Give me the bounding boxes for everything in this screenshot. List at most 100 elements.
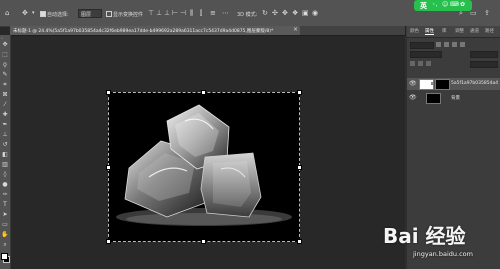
transform-handle-left[interactable] [106, 165, 111, 170]
type-tool-icon[interactable]: T [1, 201, 9, 209]
lock-position-icon[interactable] [426, 61, 431, 66]
tab-paths[interactable]: 路径 [485, 28, 494, 34]
document-canvas[interactable] [108, 92, 300, 242]
eraser-tool-icon[interactable]: ◧ [1, 151, 9, 159]
filter-adjust-icon[interactable] [444, 42, 449, 47]
healing-brush-tool-icon[interactable]: ✚ [1, 111, 9, 119]
move-tool-icon[interactable]: ✥ [22, 10, 28, 17]
blend-mode-dropdown[interactable] [410, 51, 442, 58]
baidu-jingyan-watermark: Bai 经验 jingyan.baidu.com [383, 214, 498, 264]
tab-libraries[interactable]: 库 [442, 28, 447, 34]
input-method-badge[interactable]: 英 ◦, ☺ ⌨ ✿ [414, 0, 472, 11]
3d-pan-icon[interactable]: ✥ [282, 10, 288, 17]
transform-handle-top-right[interactable] [297, 90, 302, 95]
crop-tool-icon[interactable]: ⌗ [1, 81, 9, 89]
blur-tool-icon[interactable]: ◊ [1, 171, 9, 179]
distribute-v-icon[interactable]: ≡ [210, 10, 216, 17]
visibility-eye-icon[interactable]: 👁 [409, 94, 417, 101]
auto-select-value: 图层 [81, 12, 92, 18]
auto-select-checkbox[interactable] [40, 11, 46, 17]
brush-tool-icon[interactable]: ✒ [1, 121, 9, 129]
align-top-icon[interactable]: ⊤ [148, 10, 154, 17]
foreground-color-swatch[interactable] [1, 253, 8, 260]
auto-select-dropdown[interactable]: 图层 [78, 9, 102, 18]
gradient-tool-icon[interactable]: ▥ [1, 161, 9, 169]
document-tab-title: 未标题-1 @ 24.4%(5a5f1a97b035854a4c32f6eb98… [13, 28, 274, 34]
chevron-down-icon[interactable]: ▾ [32, 10, 35, 17]
align-center-icon[interactable]: ⊣ [180, 10, 186, 17]
history-brush-tool-icon[interactable]: ↺ [1, 141, 9, 149]
3d-scale-icon[interactable]: ▣ [302, 10, 309, 17]
ice-cubes-image [109, 93, 299, 241]
watermark-logo: Bai 经验 [383, 224, 466, 248]
distribute-icon[interactable]: ⫼ [190, 10, 193, 17]
layer-thumbnail [426, 93, 441, 104]
opacity-field[interactable] [470, 51, 498, 58]
punctuation-icon[interactable]: ◦, [432, 1, 437, 8]
tab-adjustments[interactable]: 调整 [455, 28, 464, 34]
marquee-tool-icon[interactable]: ⬚ [1, 51, 9, 59]
filter-type-icon[interactable] [452, 42, 457, 47]
filter-shape-icon[interactable] [460, 42, 465, 47]
tools-panel: » ✥ ⬚ ϙ ✎ ⌗ ⊠ ⁄ ✚ ✒ ⊥ ↺ ◧ ▥ ◊ ● ✑ T ➤ ▭ … [0, 35, 11, 269]
3d-roll-icon[interactable]: ✣ [272, 10, 278, 17]
layer-row-ice[interactable]: 👁 5a5f1a97b035854a4 [407, 78, 500, 90]
share-icon[interactable]: ⇪ [484, 10, 490, 17]
transform-handle-right[interactable] [297, 165, 302, 170]
keyboard-icon[interactable]: ⌨ [450, 1, 459, 8]
hand-tool-icon[interactable]: ✋ [1, 231, 9, 239]
lock-pixels-icon[interactable] [418, 61, 423, 66]
auto-select-label: 自动选择: [47, 12, 69, 18]
align-middle-icon[interactable]: ⊥ [156, 10, 162, 17]
layer-filter-dropdown[interactable] [410, 42, 434, 49]
transform-handle-top-left[interactable] [106, 90, 111, 95]
settings-icon[interactable]: ✿ [460, 1, 465, 8]
layer-name: 5a5f1a97b035854a4 [451, 81, 499, 86]
eyedropper-tool-icon[interactable]: ⁄ [1, 101, 9, 109]
transform-handle-bottom-right[interactable] [297, 239, 302, 244]
3d-camera-icon[interactable]: ◉ [312, 10, 318, 17]
pen-tool-icon[interactable]: ✑ [1, 191, 9, 199]
dodge-tool-icon[interactable]: ● [1, 181, 9, 189]
shape-tool-icon[interactable]: ▭ [1, 221, 9, 229]
mode-3d-label: 3D 模式: [237, 12, 258, 18]
distribute-h-icon[interactable]: ⫿ [200, 10, 202, 17]
input-method-label: 英 [420, 2, 427, 10]
lasso-tool-icon[interactable]: ϙ [1, 61, 9, 69]
document-tab[interactable]: 未标题-1 @ 24.4%(5a5f1a97b035854a4c32f6eb98… [10, 26, 300, 35]
visibility-eye-icon[interactable]: 👁 [409, 80, 417, 87]
transform-handle-bottom[interactable] [201, 239, 206, 244]
move-tool-icon[interactable]: ✥ [1, 41, 9, 49]
transform-handle-top[interactable] [201, 90, 206, 95]
link-icon [431, 82, 433, 85]
align-left-icon[interactable]: ⊢ [172, 10, 178, 17]
clone-stamp-tool-icon[interactable]: ⊥ [1, 131, 9, 139]
layer-row-background[interactable]: 👁 背景 [407, 92, 500, 104]
layer-mask-thumbnail[interactable] [435, 79, 450, 90]
transform-handle-bottom-left[interactable] [106, 239, 111, 244]
align-bottom-icon[interactable]: ⊥ [164, 10, 170, 17]
tab-color[interactable]: 颜色 [410, 28, 419, 34]
home-icon[interactable]: ⌂ [5, 10, 9, 17]
emoji-icon[interactable]: ☺ [442, 1, 448, 8]
quick-select-tool-icon[interactable]: ✎ [1, 71, 9, 79]
fill-field[interactable] [470, 61, 498, 68]
show-transform-checkbox[interactable] [106, 11, 112, 17]
filter-pixel-icon[interactable] [436, 42, 441, 47]
tab-properties[interactable]: 属性 [425, 28, 434, 35]
workspace-icon[interactable]: ▭ [470, 10, 477, 17]
show-transform-label: 显示变换控件 [113, 12, 144, 18]
3d-slide-icon[interactable]: ❖ [292, 10, 298, 17]
layer-name: 背景 [451, 96, 460, 101]
lock-transparency-icon[interactable] [410, 61, 415, 66]
watermark-url: jingyan.baidu.com [413, 250, 473, 258]
frame-tool-icon[interactable]: ⊠ [1, 91, 9, 99]
close-tab-icon[interactable]: × [293, 26, 298, 33]
zoom-tool-icon[interactable]: ⌕ [1, 241, 9, 249]
more-icon[interactable]: ⋯ [222, 10, 229, 17]
tab-channels[interactable]: 通道 [470, 28, 479, 34]
search-icon[interactable]: ⌕ [459, 10, 463, 17]
3d-rotate-icon[interactable]: ↻ [262, 10, 268, 17]
panel-collapse-icon[interactable]: » [1, 36, 9, 40]
path-select-tool-icon[interactable]: ➤ [1, 211, 9, 219]
